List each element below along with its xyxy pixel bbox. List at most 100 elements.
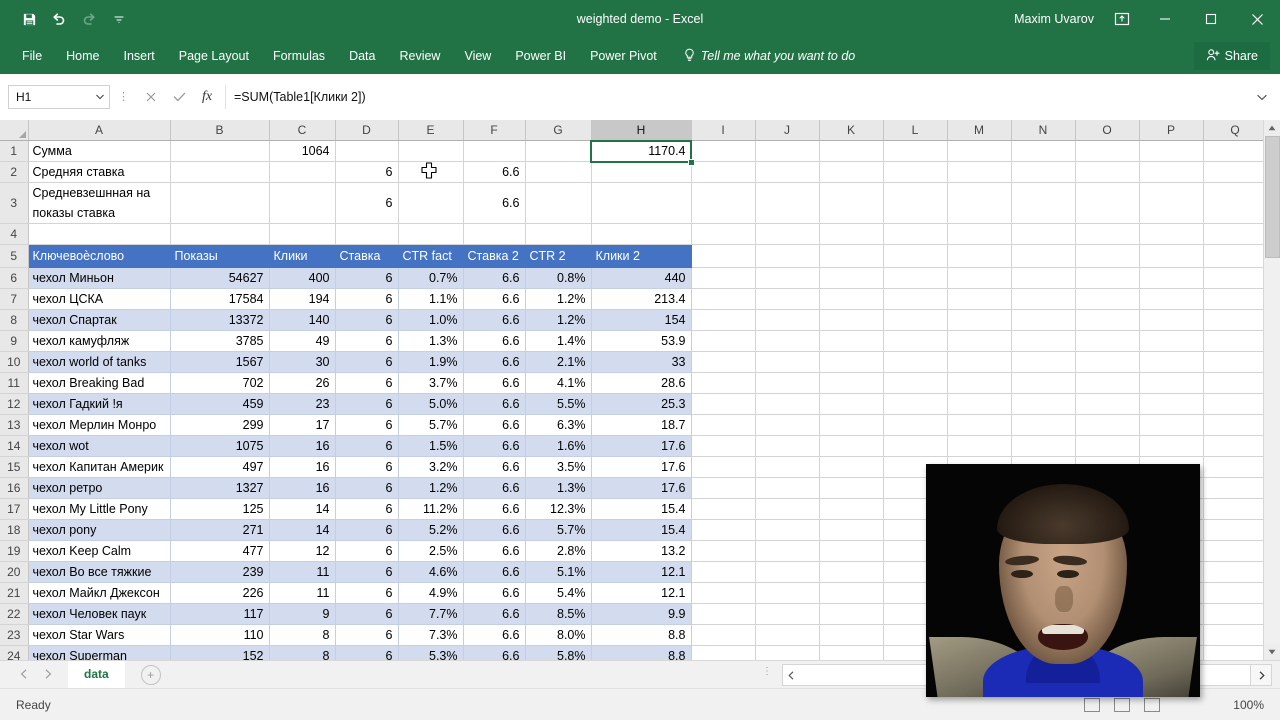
row-header-3[interactable]: 3 — [0, 182, 29, 224]
cell-h2[interactable] — [591, 161, 692, 183]
cell-l6[interactable] — [883, 267, 948, 289]
cell-keyword-r10[interactable]: чехол world of tanks — [28, 351, 171, 373]
cell-i14[interactable] — [691, 435, 756, 457]
row-header-1[interactable]: 1 — [0, 140, 29, 162]
cell-clicks2-r17[interactable]: 15.4 — [591, 498, 692, 520]
cell-bid2-r24[interactable]: 6.6 — [463, 645, 526, 660]
cell-clicks2-r16[interactable]: 17.6 — [591, 477, 692, 499]
maximize-button[interactable] — [1188, 0, 1234, 38]
column-header-c[interactable]: C — [269, 120, 336, 141]
cell-clicks-r24[interactable]: 8 — [269, 645, 336, 660]
row-header-22[interactable]: 22 — [0, 603, 29, 625]
close-button[interactable] — [1234, 0, 1280, 38]
cell-g3[interactable] — [525, 182, 592, 224]
cell-keyword-r20[interactable]: чехол Во все тяжкие — [28, 561, 171, 583]
tab-file[interactable]: File — [10, 38, 54, 74]
cell-l14[interactable] — [883, 435, 948, 457]
cell-clicks2-r12[interactable]: 25.3 — [591, 393, 692, 415]
cell-bid2-r19[interactable]: 6.6 — [463, 540, 526, 562]
cell-j21[interactable] — [755, 582, 820, 604]
cell-m12[interactable] — [947, 393, 1012, 415]
cell-o1[interactable] — [1075, 140, 1140, 162]
cell-k18[interactable] — [819, 519, 884, 541]
row-header-5[interactable]: 5 — [0, 244, 29, 268]
cell-o3[interactable] — [1075, 182, 1140, 224]
customize-qat-icon[interactable] — [104, 5, 134, 33]
cell-clicks2-r21[interactable]: 12.1 — [591, 582, 692, 604]
column-header-n[interactable]: N — [1011, 120, 1076, 141]
cell-clicks-r14[interactable]: 16 — [269, 435, 336, 457]
cell-bid-r8[interactable]: 6 — [335, 309, 399, 331]
cell-n6[interactable] — [1011, 267, 1076, 289]
cell-impressions-r17[interactable]: 125 — [170, 498, 270, 520]
row-header-17[interactable]: 17 — [0, 498, 29, 520]
row-header-7[interactable]: 7 — [0, 288, 29, 310]
cell-impressions-r24[interactable]: 152 — [170, 645, 270, 660]
cell-k9[interactable] — [819, 330, 884, 352]
cell-k4[interactable] — [819, 223, 884, 245]
cell-c2[interactable] — [269, 161, 336, 183]
cell-p11[interactable] — [1139, 372, 1204, 394]
cell-clicks-r7[interactable]: 194 — [269, 288, 336, 310]
cell-clicks2-r11[interactable]: 28.6 — [591, 372, 692, 394]
cell-n4[interactable] — [1011, 223, 1076, 245]
cell-bid2-r8[interactable]: 6.6 — [463, 309, 526, 331]
row-header-14[interactable]: 14 — [0, 435, 29, 457]
cell-keyword-r22[interactable]: чехол Человек паук — [28, 603, 171, 625]
cell-n11[interactable] — [1011, 372, 1076, 394]
cell-keyword-r24[interactable]: чехол Superman — [28, 645, 171, 660]
cell-o9[interactable] — [1075, 330, 1140, 352]
cell-l12[interactable] — [883, 393, 948, 415]
cell-l2[interactable] — [883, 161, 948, 183]
row-header-10[interactable]: 10 — [0, 351, 29, 373]
cell-n5[interactable] — [1011, 244, 1076, 268]
column-header-f[interactable]: F — [463, 120, 526, 141]
cell-bid2-r15[interactable]: 6.6 — [463, 456, 526, 478]
cell-k12[interactable] — [819, 393, 884, 415]
cell-i8[interactable] — [691, 309, 756, 331]
cell-j12[interactable] — [755, 393, 820, 415]
cell-q15[interactable] — [1203, 456, 1268, 478]
cell-a4[interactable] — [28, 223, 171, 245]
cell-k8[interactable] — [819, 309, 884, 331]
row-header-9[interactable]: 9 — [0, 330, 29, 352]
cell-ctr-fact-r18[interactable]: 5.2% — [398, 519, 464, 541]
cell-ctr-fact-r17[interactable]: 11.2% — [398, 498, 464, 520]
row-header-20[interactable]: 20 — [0, 561, 29, 583]
cell-ctr2-r18[interactable]: 5.7% — [525, 519, 592, 541]
cell-clicks-r13[interactable]: 17 — [269, 414, 336, 436]
cell-l5[interactable] — [883, 244, 948, 268]
undo-icon[interactable] — [44, 5, 74, 33]
cell-ctr-fact-r14[interactable]: 1.5% — [398, 435, 464, 457]
cell-ctr2-r24[interactable]: 5.8% — [525, 645, 592, 660]
cell-o7[interactable] — [1075, 288, 1140, 310]
cell-bid2-r20[interactable]: 6.6 — [463, 561, 526, 583]
fill-handle[interactable] — [688, 158, 695, 166]
cell-j20[interactable] — [755, 561, 820, 583]
cell-m4[interactable] — [947, 223, 1012, 245]
cell-o14[interactable] — [1075, 435, 1140, 457]
cell-n7[interactable] — [1011, 288, 1076, 310]
cell-b2[interactable] — [170, 161, 270, 183]
cell-bid2-r14[interactable]: 6.6 — [463, 435, 526, 457]
cell-clicks-r16[interactable]: 16 — [269, 477, 336, 499]
cell-clicks2-r19[interactable]: 13.2 — [591, 540, 692, 562]
scroll-up-arrow-icon[interactable] — [1264, 120, 1280, 136]
cell-clicks-r6[interactable]: 400 — [269, 267, 336, 289]
scroll-down-arrow-icon[interactable] — [1264, 644, 1280, 660]
cell-bid-r23[interactable]: 6 — [335, 624, 399, 646]
cell-ctr2-r13[interactable]: 6.3% — [525, 414, 592, 436]
vertical-scrollbar[interactable] — [1263, 120, 1280, 660]
cell-bid-r16[interactable]: 6 — [335, 477, 399, 499]
cell-clicks-r15[interactable]: 16 — [269, 456, 336, 478]
cell-l1[interactable] — [883, 140, 948, 162]
cell-e3[interactable] — [398, 182, 464, 224]
cell-ctr2-r19[interactable]: 2.8% — [525, 540, 592, 562]
cell-o11[interactable] — [1075, 372, 1140, 394]
cell-q24[interactable] — [1203, 645, 1268, 660]
column-header-i[interactable]: I — [691, 120, 756, 141]
tab-power-bi[interactable]: Power BI — [503, 38, 578, 74]
minimize-button[interactable] — [1142, 0, 1188, 38]
cell-m11[interactable] — [947, 372, 1012, 394]
cell-j1[interactable] — [755, 140, 820, 162]
